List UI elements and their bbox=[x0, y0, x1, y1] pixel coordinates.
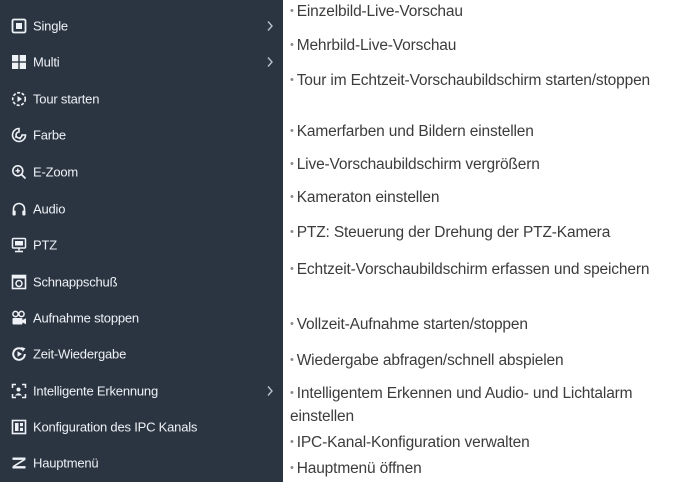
description-ipc-config: • IPC-Kanal-Konfiguration verwalten bbox=[290, 432, 677, 455]
description-text: Live-Vorschaubildschirm vergrößern bbox=[296, 156, 540, 173]
description-intelligent-detection: • Intelligentem Erkennen und Audio- und L… bbox=[290, 383, 677, 428]
description-playback: • Wiedergabe abfragen/schnell abspielen bbox=[290, 350, 677, 373]
page: Single Multi Tour starten Farbe E-Zoom A… bbox=[0, 0, 677, 482]
menu-item-intelligent-detection[interactable]: Intelligente Erkennung bbox=[0, 374, 283, 408]
menu-item-main-menu[interactable]: Hauptmenü bbox=[0, 446, 283, 480]
multi-view-icon bbox=[11, 54, 27, 70]
chevron-right-icon bbox=[266, 56, 274, 68]
description-text: Tour im Echtzeit-Vorschaubildschirm star… bbox=[296, 72, 651, 89]
menu-item-label: Schnappschuß bbox=[33, 274, 118, 290]
bullet: • bbox=[290, 39, 294, 51]
single-view-icon bbox=[11, 18, 27, 34]
menu-item-single[interactable]: Single bbox=[0, 9, 283, 43]
snapshot-icon bbox=[11, 274, 27, 290]
ipc-config-icon bbox=[11, 419, 27, 435]
description-single: • Einzelbild-Live-Vorschau bbox=[290, 1, 677, 24]
bullet: • bbox=[290, 5, 294, 17]
menu-item-label: Aufnahme stoppen bbox=[33, 310, 139, 326]
menu-item-label: Tour starten bbox=[33, 91, 100, 107]
description-text: PTZ: Steuerung der Drehung der PTZ-Kamer… bbox=[296, 224, 611, 241]
description-text: Vollzeit-Aufnahme starten/stoppen bbox=[296, 316, 528, 333]
menu-item-label: Audio bbox=[33, 201, 66, 217]
description-audio: • Kameraton einstellen bbox=[290, 187, 677, 210]
bullet: • bbox=[290, 462, 294, 474]
menu-item-snapshot[interactable]: Schnappschuß bbox=[0, 265, 283, 299]
menu-item-ptz[interactable]: PTZ bbox=[0, 228, 283, 262]
chevron-right-icon bbox=[266, 385, 274, 397]
menu-item-label: Intelligente Erkennung bbox=[33, 383, 158, 399]
ptz-icon bbox=[11, 237, 27, 253]
menu-item-ipc-config[interactable]: Konfiguration des IPC Kanals bbox=[0, 410, 283, 444]
bullet: • bbox=[290, 387, 294, 399]
menu-item-color[interactable]: Farbe bbox=[0, 118, 283, 152]
bullet: • bbox=[290, 226, 294, 238]
bullet: • bbox=[290, 318, 294, 330]
menu-item-label: Zeit-Wiedergabe bbox=[33, 346, 127, 362]
main-menu-icon bbox=[11, 455, 27, 471]
menu-item-audio[interactable]: Audio bbox=[0, 192, 283, 226]
menu-item-record[interactable]: Aufnahme stoppen bbox=[0, 301, 283, 335]
menu-item-ezoom[interactable]: E-Zoom bbox=[0, 155, 283, 189]
menu-item-multi[interactable]: Multi bbox=[0, 45, 283, 79]
description-text: Intelligentem Erkennen und Audio- und Li… bbox=[290, 385, 633, 425]
intelligent-detection-icon bbox=[11, 383, 27, 399]
description-color: • Kamerfarben und Bildern einstellen bbox=[290, 121, 677, 144]
context-menu: Single Multi Tour starten Farbe E-Zoom A… bbox=[0, 0, 283, 482]
menu-item-tour[interactable]: Tour starten bbox=[0, 82, 283, 116]
bullet: • bbox=[290, 125, 294, 137]
bullet: • bbox=[290, 354, 294, 366]
description-tour: • Tour im Echtzeit-Vorschaubildschirm sta… bbox=[290, 70, 677, 93]
record-icon bbox=[11, 310, 27, 326]
description-text: Echtzeit-Vorschaubildschirm erfassen und… bbox=[296, 261, 650, 278]
menu-item-label: PTZ bbox=[33, 237, 57, 253]
menu-item-playback[interactable]: Zeit-Wiedergabe bbox=[0, 337, 283, 371]
description-text: Mehrbild-Live-Vorschau bbox=[296, 37, 457, 54]
description-ezoom: • Live-Vorschaubildschirm vergrößern bbox=[290, 154, 677, 177]
description-record: • Vollzeit-Aufnahme starten/stoppen bbox=[290, 314, 677, 337]
description-text: Einzelbild-Live-Vorschau bbox=[296, 3, 463, 20]
description-snapshot: • Echtzeit-Vorschaubildschirm erfassen un… bbox=[290, 259, 677, 282]
description-main-menu: • Hauptmenü öffnen bbox=[290, 458, 677, 481]
bullet: • bbox=[290, 74, 294, 86]
description-text: IPC-Kanal-Konfiguration verwalten bbox=[296, 434, 530, 451]
description-ptz: • PTZ: Steuerung der Drehung der PTZ-Kame… bbox=[290, 222, 677, 245]
menu-item-label: Farbe bbox=[33, 127, 66, 143]
playback-icon bbox=[11, 346, 27, 362]
headphones-icon bbox=[11, 201, 27, 217]
description-text: Kameraton einstellen bbox=[296, 189, 440, 206]
menu-item-label: Hauptmenü bbox=[33, 455, 99, 471]
menu-item-label: Single bbox=[33, 18, 68, 34]
color-icon bbox=[11, 127, 27, 143]
zoom-icon bbox=[11, 164, 27, 180]
bullet: • bbox=[290, 158, 294, 170]
tour-icon bbox=[11, 91, 27, 107]
description-text: Wiedergabe abfragen/schnell abspielen bbox=[296, 352, 564, 369]
description-multi: • Mehrbild-Live-Vorschau bbox=[290, 35, 677, 58]
chevron-right-icon bbox=[266, 20, 274, 32]
description-text: Kamerfarben und Bildern einstellen bbox=[296, 123, 534, 140]
bullet: • bbox=[290, 191, 294, 203]
bullet: • bbox=[290, 436, 294, 448]
description-text: Hauptmenü öffnen bbox=[296, 460, 422, 477]
bullet: • bbox=[290, 263, 294, 275]
menu-item-label: Multi bbox=[33, 54, 60, 70]
menu-item-label: E-Zoom bbox=[33, 164, 79, 180]
menu-item-label: Konfiguration des IPC Kanals bbox=[33, 419, 198, 435]
